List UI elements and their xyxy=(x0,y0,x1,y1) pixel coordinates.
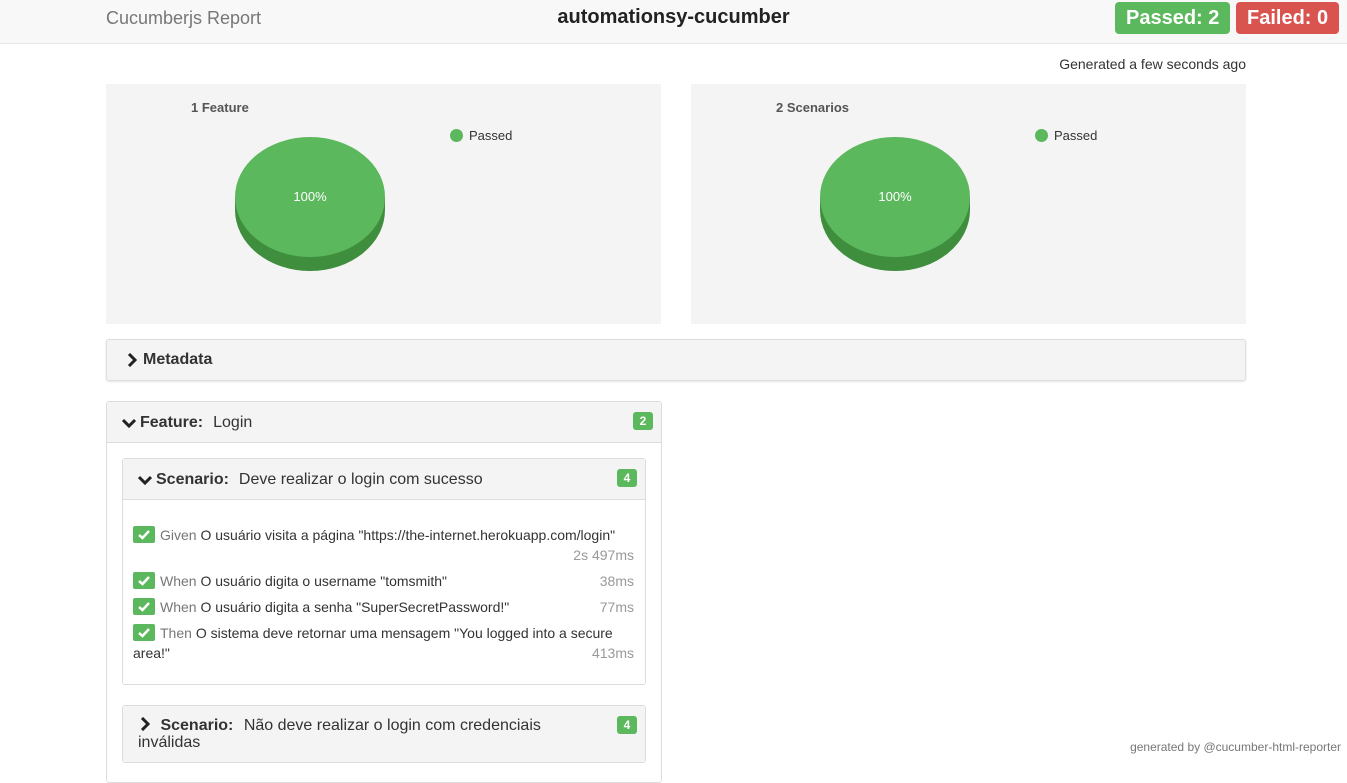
step-duration: 2s 497ms xyxy=(573,547,634,563)
metadata-toggle[interactable]: Metadata xyxy=(125,351,212,369)
feature-title[interactable]: Feature: Login xyxy=(122,414,252,432)
feature-header[interactable]: Feature: Login 2 xyxy=(107,402,661,443)
pie-slice-label: 100% xyxy=(878,189,912,204)
step-row: When O usuário digita o username "tomsmi… xyxy=(133,571,634,591)
scenario-step-count-badge: 4 xyxy=(617,469,637,487)
chart-title: 1 Feature xyxy=(191,100,249,115)
chart-title: 2 Scenarios xyxy=(776,100,849,115)
step-row: When O usuário digita a senha "SuperSecr… xyxy=(133,597,634,617)
chevron-right-icon xyxy=(138,717,152,731)
feature-keyword: Feature: xyxy=(140,414,204,431)
footer-credit: generated by @cucumber-html-reporter xyxy=(1130,740,1341,754)
scenario-keyword: Scenario: xyxy=(156,471,229,488)
scenario-pie-chart[interactable]: 100% xyxy=(819,134,971,274)
step-duration: 77ms xyxy=(599,599,634,615)
scenario-chart-panel: 2 Scenarios Passed 100% xyxy=(691,84,1246,324)
step-text: O usuário digita a senha "SuperSecretPas… xyxy=(200,599,510,615)
step-row: Then O sistema deve retornar uma mensage… xyxy=(133,623,634,663)
step-list: Given O usuário visita a página "https:/… xyxy=(133,525,634,669)
step-keyword: When xyxy=(160,599,197,615)
chart-legend[interactable]: Passed xyxy=(1035,128,1097,143)
metadata-panel[interactable]: Metadata xyxy=(106,339,1246,381)
chart-legend[interactable]: Passed xyxy=(450,128,512,143)
scenario-keyword: Scenario: xyxy=(160,717,234,734)
step-row: Given O usuário visita a página "https:/… xyxy=(133,525,634,565)
chevron-right-icon xyxy=(125,353,139,367)
feature-pie-chart[interactable]: 100% xyxy=(234,134,386,274)
check-icon xyxy=(133,572,155,589)
scenario-title[interactable]: Scenario: Não deve realizar o login com … xyxy=(138,717,568,751)
feature-scenario-count-badge: 2 xyxy=(633,412,653,430)
step-text: O usuário digita o username "tomsmith" xyxy=(200,573,447,589)
legend-dot-icon xyxy=(1035,129,1048,142)
chevron-down-icon xyxy=(138,473,152,487)
metadata-label: Metadata xyxy=(143,351,213,368)
scenario-name: Deve realizar o login com sucesso xyxy=(238,471,483,488)
pie-slice-label: 100% xyxy=(293,189,327,204)
legend-label: Passed xyxy=(469,128,513,143)
top-navbar: Cucumberjs Report automationsy-cucumber … xyxy=(0,0,1347,44)
failed-count-badge: Failed: 0 xyxy=(1236,2,1340,34)
scenario-title[interactable]: Scenario: Deve realizar o login com suce… xyxy=(138,471,483,489)
legend-label: Passed xyxy=(1054,128,1098,143)
step-keyword: Then xyxy=(160,625,192,641)
scenario-panel: Scenario: Não deve realizar o login com … xyxy=(122,705,646,763)
step-keyword: Given xyxy=(160,527,197,543)
legend-dot-icon xyxy=(450,129,463,142)
step-keyword: When xyxy=(160,573,197,589)
scenario-header[interactable]: Scenario: Não deve realizar o login com … xyxy=(123,706,645,762)
check-icon xyxy=(133,598,155,615)
step-text: O usuário visita a página "https://the-i… xyxy=(200,527,616,543)
generated-timestamp: Generated a few seconds ago xyxy=(1059,56,1246,72)
check-icon xyxy=(133,526,155,543)
feature-chart-panel: 1 Feature Passed 100% xyxy=(106,84,661,324)
scenario-panel: Scenario: Deve realizar o login com suce… xyxy=(122,458,646,685)
check-icon xyxy=(133,624,155,641)
step-duration: 38ms xyxy=(599,573,634,589)
step-duration: 413ms xyxy=(591,645,634,661)
feature-name: Login xyxy=(213,414,253,431)
scenario-header[interactable]: Scenario: Deve realizar o login com suce… xyxy=(123,459,645,500)
passed-count-badge: Passed: 2 xyxy=(1115,2,1231,34)
scenario-step-count-badge: 4 xyxy=(617,716,637,734)
chevron-down-icon xyxy=(122,416,136,430)
feature-panel: Feature: Login 2 Scenario: Deve realizar… xyxy=(106,401,662,783)
